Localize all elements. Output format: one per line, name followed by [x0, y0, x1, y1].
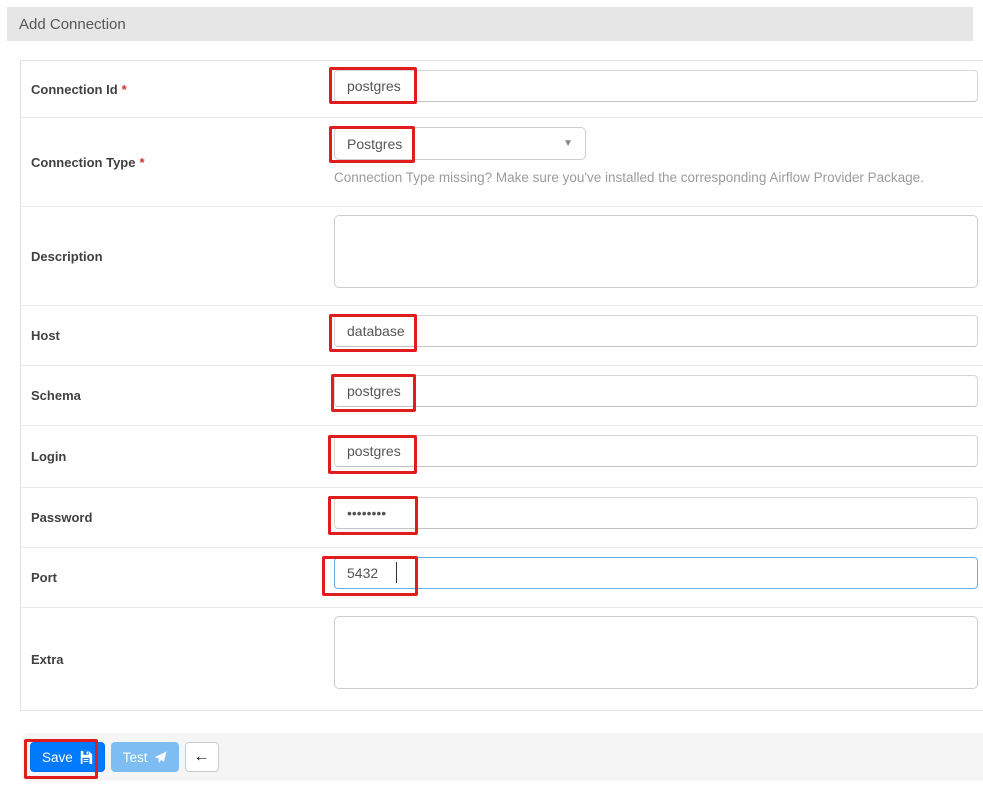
form-row-port: Port 5432: [21, 548, 983, 608]
form-footer: Save Test ←: [22, 733, 983, 781]
extra-textarea[interactable]: [334, 616, 978, 689]
port-value: 5432: [347, 565, 378, 581]
page-header: Add Connection: [7, 7, 973, 41]
extra-label: Extra: [21, 608, 334, 710]
test-button[interactable]: Test: [111, 742, 179, 772]
save-floppy-icon: [79, 750, 93, 764]
text-cursor: [396, 562, 397, 583]
form-row-connection-type: Connection Type * Postgres ▼ Connection …: [21, 118, 983, 207]
form-row-connection-id: Connection Id *: [21, 61, 983, 118]
port-input[interactable]: 5432: [334, 557, 978, 589]
description-label: Description: [21, 207, 334, 305]
connection-type-helper-text: Connection Type missing? Make sure you'v…: [334, 170, 978, 185]
connection-type-label: Connection Type *: [21, 118, 334, 206]
connection-id-input[interactable]: [334, 70, 978, 102]
back-button[interactable]: ←: [185, 742, 219, 772]
password-label: Password: [21, 488, 334, 547]
host-label: Host: [21, 306, 334, 365]
port-label: Port: [21, 548, 334, 607]
form-row-description: Description: [21, 207, 983, 306]
form-row-host: Host: [21, 306, 983, 366]
form-row-schema: Schema: [21, 366, 983, 426]
form-row-login: Login: [21, 426, 983, 488]
schema-input[interactable]: [334, 375, 978, 407]
required-marker: *: [122, 82, 127, 97]
page-title: Add Connection: [19, 16, 126, 33]
host-input[interactable]: [334, 315, 978, 347]
add-connection-form: Connection Id * Connection Type * Postgr…: [20, 60, 983, 711]
login-label: Login: [21, 426, 334, 487]
description-textarea[interactable]: [334, 215, 978, 288]
form-row-extra: Extra: [21, 608, 983, 710]
chevron-down-icon: ▼: [563, 138, 573, 149]
connection-type-selected-value: Postgres: [347, 136, 402, 152]
paper-plane-icon: [154, 751, 167, 764]
login-input[interactable]: [334, 435, 978, 467]
password-input[interactable]: [334, 497, 978, 529]
form-row-password: Password: [21, 488, 983, 548]
required-marker: *: [139, 155, 144, 170]
save-button[interactable]: Save: [30, 742, 105, 772]
connection-type-select[interactable]: Postgres ▼: [334, 127, 586, 160]
schema-label: Schema: [21, 366, 334, 425]
connection-id-label: Connection Id *: [21, 61, 334, 117]
arrow-left-icon: ←: [194, 749, 210, 765]
